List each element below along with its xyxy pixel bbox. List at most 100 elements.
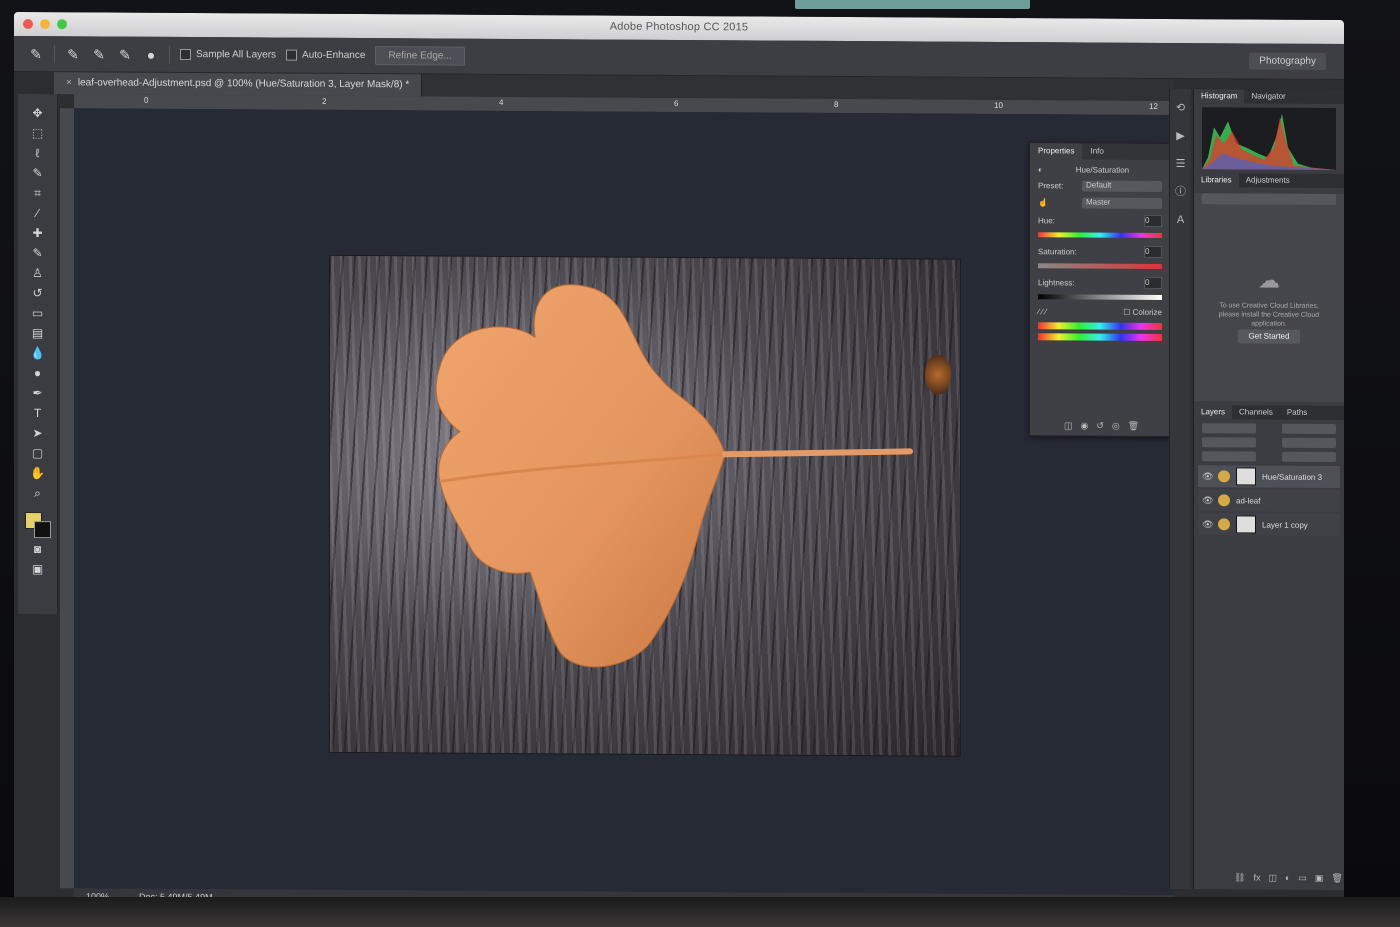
link-layers-icon[interactable]: ⛓ <box>1234 872 1245 883</box>
layer-name: ad-leaf <box>1236 495 1261 506</box>
tab-paths[interactable]: Paths <box>1280 406 1314 420</box>
document-tab[interactable]: × leaf-overhead-Adjustment.psd @ 100% (Hu… <box>54 72 423 97</box>
clone-stamp-icon[interactable]: ♙ <box>29 264 47 282</box>
tab-navigator[interactable]: Navigator <box>1244 89 1292 103</box>
reset-icon[interactable]: ↺ <box>1096 421 1104 432</box>
path-selection-icon[interactable]: ➤ <box>29 424 47 442</box>
saturation-slider[interactable] <box>1038 263 1162 269</box>
history-brush-icon[interactable]: ↺ <box>29 284 47 302</box>
hue-input[interactable]: 0 <box>1144 214 1162 227</box>
lightness-input[interactable]: 0 <box>1144 276 1162 289</box>
new-group-icon[interactable]: ▭ <box>1298 873 1307 884</box>
delete-layer-icon[interactable]: 🗑 <box>1331 873 1342 884</box>
canvas-area[interactable] <box>74 108 1174 896</box>
vertical-ruler[interactable] <box>60 108 75 889</box>
blur-tool-icon[interactable]: 💧 <box>29 344 47 362</box>
libraries-panel: ☁ To use Creative Cloud Libraries, pleas… <box>1194 193 1344 403</box>
sample-all-layers-checkbox[interactable]: Sample All Layers <box>180 48 276 61</box>
layers-footer: ⛓ fx ◫ ◐ ▭ ▣ 🗑 <box>1234 872 1343 884</box>
histogram-tabs: Histogram Navigator <box>1194 89 1344 105</box>
crop-tool-icon[interactable]: ⌗ <box>29 184 47 202</box>
hue-slider[interactable] <box>1038 232 1162 238</box>
visibility-icon[interactable]: ◎ <box>1112 421 1120 432</box>
properties-panel-icon[interactable]: ☰ <box>1172 155 1190 173</box>
targeted-adjustment-icon[interactable]: ☝ <box>1038 198 1048 207</box>
get-started-button[interactable]: Get Started <box>1238 329 1300 344</box>
quick-selection-tool-icon[interactable]: ✎ <box>28 46 44 62</box>
libraries-tabs: Libraries Adjustments <box>1194 173 1344 189</box>
refine-edge-button[interactable]: Refine Edge... <box>375 46 465 66</box>
screen-mode-icon[interactable]: ▣ <box>29 560 47 578</box>
channel-select[interactable]: Master <box>1082 197 1162 209</box>
tab-adjustments[interactable]: Adjustments <box>1239 173 1297 187</box>
hue-saturation-icon: ◐ <box>1038 165 1043 175</box>
info-panel-icon[interactable]: ⓘ <box>1172 183 1190 201</box>
tab-properties[interactable]: Properties <box>1030 143 1083 160</box>
layer-style-icon[interactable]: fx <box>1253 873 1260 884</box>
options-divider <box>169 45 170 64</box>
background-color-swatch[interactable] <box>33 521 51 539</box>
shape-tool-icon[interactable]: ▢ <box>29 444 47 462</box>
layer-mask-thumbnail[interactable] <box>1236 467 1256 486</box>
subtract-from-selection-icon[interactable]: ✎ <box>117 46 133 62</box>
eye-icon[interactable]: 👁 <box>1202 495 1213 506</box>
hue-label: Hue: <box>1038 215 1055 225</box>
healing-brush-icon[interactable]: ✚ <box>29 224 47 242</box>
preset-select[interactable]: Default <box>1082 180 1162 192</box>
brush-size-icon[interactable]: ● <box>143 46 159 62</box>
fill-field[interactable] <box>1282 451 1336 463</box>
add-to-selection-icon[interactable]: ✎ <box>91 46 107 62</box>
eye-icon[interactable]: 👁 <box>1202 519 1213 530</box>
close-tab-icon[interactable]: × <box>66 77 72 88</box>
color-swatches[interactable] <box>24 512 51 539</box>
tab-info[interactable]: Info <box>1082 143 1111 159</box>
quick-mask-icon[interactable]: ◙ <box>29 540 47 558</box>
clip-to-layer-icon[interactable]: ◫ <box>1064 420 1073 431</box>
layer-row[interactable]: 👁 Layer 1 copy <box>1198 513 1340 537</box>
libraries-dropdown[interactable] <box>1202 193 1336 206</box>
tab-histogram[interactable]: Histogram <box>1194 89 1245 104</box>
layer-kind-filter[interactable] <box>1202 423 1256 434</box>
lightness-slider[interactable] <box>1038 294 1162 300</box>
layer-filter-icons[interactable] <box>1282 423 1336 435</box>
workspace-switcher[interactable]: Photography <box>1249 52 1326 70</box>
zoom-tool-icon[interactable]: ⌕ <box>29 484 47 502</box>
layer-mask-thumbnail[interactable] <box>1236 515 1256 534</box>
saturation-input[interactable]: 0 <box>1144 245 1162 258</box>
history-panel-icon[interactable]: ⟲ <box>1172 99 1190 117</box>
gradient-tool-icon[interactable]: ▤ <box>29 324 47 342</box>
new-selection-icon[interactable]: ✎ <box>65 46 81 62</box>
new-layer-icon[interactable]: ▣ <box>1315 873 1324 884</box>
tab-layers[interactable]: Layers <box>1194 405 1233 420</box>
eraser-tool-icon[interactable]: ▭ <box>29 304 47 322</box>
add-mask-icon[interactable]: ◫ <box>1268 873 1277 884</box>
document-image[interactable] <box>330 255 960 756</box>
type-tool-icon[interactable]: T <box>29 404 47 422</box>
lock-options[interactable] <box>1202 451 1256 462</box>
quick-selection-icon[interactable]: ✎ <box>29 164 47 182</box>
eyedropper-icons[interactable]: ⁄ ⁄ ⁄ <box>1038 307 1046 316</box>
dodge-tool-icon[interactable]: ● <box>29 364 47 382</box>
auto-enhance-checkbox[interactable]: Auto-Enhance <box>286 49 365 61</box>
layer-row[interactable]: 👁 Hue/Saturation 3 <box>1198 465 1340 489</box>
properties-tabs: Properties Info <box>1030 143 1170 160</box>
layer-row[interactable]: 👁 ad-leaf <box>1198 489 1340 513</box>
new-adjustment-icon[interactable]: ◐ <box>1285 873 1290 884</box>
actions-panel-icon[interactable]: ▶ <box>1172 127 1190 145</box>
move-tool-icon[interactable]: ✥ <box>29 104 47 122</box>
lasso-tool-icon[interactable]: ℓ <box>29 144 47 162</box>
opacity-field[interactable] <box>1282 437 1336 449</box>
hand-tool-icon[interactable]: ✋ <box>29 464 47 482</box>
view-previous-icon[interactable]: ◉ <box>1081 420 1089 431</box>
delete-icon[interactable]: 🗑 <box>1128 421 1139 432</box>
colorize-checkbox[interactable]: ☐ Colorize <box>1123 308 1162 317</box>
marquee-tool-icon[interactable]: ⬚ <box>29 124 47 142</box>
character-panel-icon[interactable]: A <box>1172 211 1190 229</box>
pen-tool-icon[interactable]: ✒ <box>29 384 47 402</box>
eyedropper-tool-icon[interactable]: ⁄ <box>29 204 47 222</box>
eye-icon[interactable]: 👁 <box>1202 471 1213 482</box>
tab-channels[interactable]: Channels <box>1232 405 1280 419</box>
blend-mode-select[interactable] <box>1202 437 1256 448</box>
tab-libraries[interactable]: Libraries <box>1194 173 1239 188</box>
brush-tool-icon[interactable]: ✎ <box>29 244 47 262</box>
